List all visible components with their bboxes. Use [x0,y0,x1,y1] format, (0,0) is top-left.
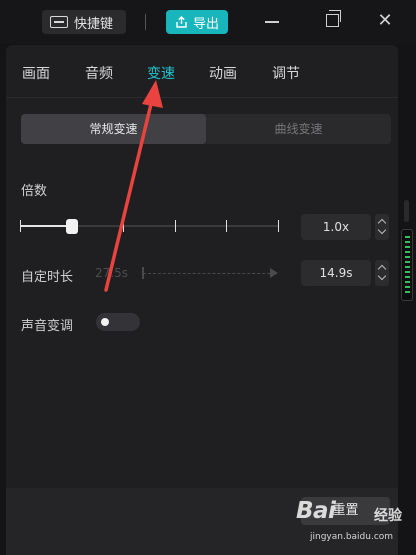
duration-arrow-icon [270,268,278,278]
pitch-shift-toggle[interactable] [96,313,140,331]
duration-value-input[interactable]: 14.9s [301,260,371,286]
curve-speed-option[interactable]: 曲线变速 [206,114,391,144]
baidu-jingyan-watermark: Bai 经验 jingyan.baidu.com [296,498,412,548]
speed-stepper[interactable] [375,214,389,240]
top-bar: 快捷键 导出 ✕ [0,0,416,44]
speed-value-input[interactable]: 1.0x [301,214,371,240]
normal-speed-option[interactable]: 常规变速 [21,114,206,144]
tab-speed[interactable]: 变速 [147,63,175,83]
shortcut-button[interactable]: 快捷键 [42,10,126,34]
slider-tick [123,220,124,232]
tab-audio[interactable]: 音频 [85,63,113,83]
slider-tick [175,220,176,232]
export-button[interactable]: 导出 [166,10,228,34]
export-label: 导出 [192,16,219,32]
original-duration: 27.5s [95,266,128,280]
watermark-logo: Bai [296,498,336,524]
speed-mode-toggle: 常规变速 曲线变速 [21,114,391,144]
shortcut-label: 快捷键 [74,16,114,32]
panel-tabs: 画面 音频 变速 动画 调节 [6,45,398,98]
tab-adjust[interactable]: 调节 [272,63,300,83]
slider-tick [226,220,227,232]
duration-arrow-line [143,273,275,274]
tab-picture[interactable]: 画面 [22,63,50,83]
close-icon[interactable]: ✕ [376,12,394,30]
duration-stepper[interactable] [375,260,389,286]
speed-multiplier-label: 倍数 [21,184,48,199]
speed-slider-fill [20,225,72,227]
keyboard-icon [50,16,68,28]
slider-tick [278,220,279,232]
properties-panel: 画面 音频 变速 动画 调节 常规变速 曲线变速 倍数 1.0x 自定时长 27… [6,45,398,555]
watermark-text: 经验 [374,508,402,524]
audio-level-meter [401,229,413,301]
speed-slider-thumb[interactable] [66,219,78,234]
toolbar-divider [145,14,146,30]
slider-tick [20,220,21,232]
watermark-url: jingyan.baidu.com [310,532,394,542]
minimize-icon[interactable] [265,21,279,23]
pitch-shift-label: 声音变调 [21,319,74,334]
restore-window-icon[interactable] [326,10,341,27]
side-scroll-handle[interactable] [404,200,409,222]
export-icon [176,15,187,28]
custom-duration-label: 自定时长 [21,270,74,285]
tab-animation[interactable]: 动画 [209,63,237,83]
